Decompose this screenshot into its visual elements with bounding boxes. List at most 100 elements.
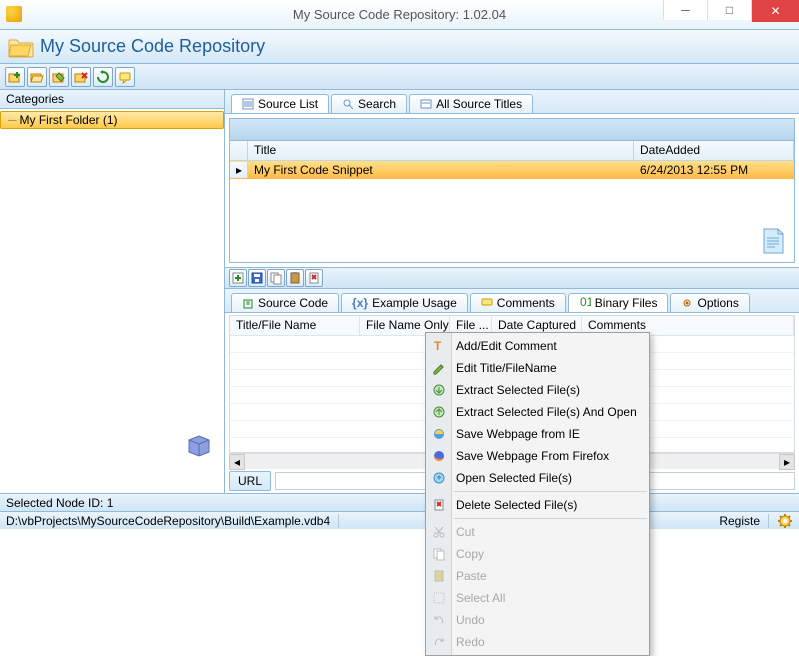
undo-icon — [431, 612, 447, 628]
folder-icon — [8, 36, 34, 58]
braces-icon: {x} — [352, 296, 368, 310]
menu-item-save-webpage-from-firefox[interactable]: Save Webpage From Firefox — [426, 445, 649, 467]
source-list-grid[interactable]: Title DateAdded ▸ My First Code Snippet … — [229, 118, 795, 263]
toolbar-edit-folder[interactable] — [49, 67, 69, 87]
extract-icon — [431, 382, 447, 398]
menu-item-copy: Copy — [426, 543, 649, 565]
menu-item-redo: Redo — [426, 631, 649, 653]
minimize-button[interactable]: ─ — [663, 0, 707, 20]
menu-separator — [454, 518, 647, 519]
tree-item[interactable]: ─ My First Folder (1) — [0, 111, 224, 129]
maximize-button[interactable]: □ — [707, 0, 751, 20]
cut-icon — [431, 524, 447, 540]
detail-toolbar — [225, 267, 799, 289]
tree-expander: ─ — [8, 113, 17, 127]
bottom-tabs: Source Code {x}Example Usage Comments 01… — [225, 289, 799, 313]
register-label[interactable]: Registe — [719, 514, 769, 528]
menu-separator — [454, 491, 647, 492]
statusbar-path: D:\vbProjects\MySourceCodeRepository\Bui… — [0, 511, 799, 529]
app-heading: My Source Code Repository — [40, 36, 265, 57]
menu-item-extract-selected-file-s-and-open[interactable]: Extract Selected File(s) And Open — [426, 401, 649, 423]
document-icon — [758, 226, 788, 256]
menu-item-undo: Undo — [426, 609, 649, 631]
toolbar-copy[interactable] — [267, 269, 285, 287]
code-icon — [242, 297, 254, 309]
db-path: D:\vbProjects\MySourceCodeRepository\Bui… — [6, 514, 339, 528]
text-icon: T — [431, 338, 447, 354]
categories-header: Categories — [0, 90, 224, 109]
menu-item-label: Paste — [456, 569, 487, 583]
tab-source-code[interactable]: Source Code — [231, 293, 339, 312]
delete-icon — [431, 497, 447, 513]
window-titlebar: My Source Code Repository: 1.02.04 ─ □ ✕ — [0, 0, 799, 30]
scroll-left[interactable]: ◂ — [229, 454, 245, 470]
menu-item-label: Save Webpage From Firefox — [456, 449, 609, 463]
menu-item-label: Delete Selected File(s) — [456, 498, 577, 512]
paste-icon — [431, 568, 447, 584]
menu-item-label: Open Selected File(s) — [456, 471, 572, 485]
context-menu: T Add/Edit Comment Edit Title/FileName Extr… — [425, 332, 650, 656]
column-title[interactable]: Title — [248, 141, 634, 160]
toolbar-add-folder[interactable] — [5, 67, 25, 87]
menu-item-edit-title-filename[interactable]: Edit Title/FileName — [426, 357, 649, 379]
menu-item-add-edit-comment[interactable]: T Add/Edit Comment — [426, 335, 649, 357]
firefox-icon — [431, 448, 447, 464]
menu-item-label: Extract Selected File(s) — [456, 383, 580, 397]
ie-icon — [431, 426, 447, 442]
menu-item-select-all: Select All — [426, 587, 649, 609]
extract-open-icon — [431, 404, 447, 420]
tab-options[interactable]: Options — [670, 293, 749, 312]
app-icon — [6, 6, 22, 22]
menu-item-label: Extract Selected File(s) And Open — [456, 405, 637, 419]
list-icon — [242, 98, 254, 110]
tab-example-usage[interactable]: {x}Example Usage — [341, 293, 468, 312]
menu-item-label: Cut — [456, 525, 475, 539]
app-header: My Source Code Repository — [0, 30, 799, 64]
menu-item-extract-selected-file-s-[interactable]: Extract Selected File(s) — [426, 379, 649, 401]
menu-item-open-selected-file-s-[interactable]: Open Selected File(s) — [426, 467, 649, 489]
svg-text:T: T — [434, 339, 442, 353]
toolbar-save[interactable] — [248, 269, 266, 287]
tab-search[interactable]: Search — [331, 94, 407, 113]
comment-icon — [481, 297, 493, 309]
settings-gear-icon[interactable] — [777, 513, 793, 529]
top-tabs: Source List Search All Source Titles — [225, 90, 799, 114]
menu-item-delete-selected-file-s-[interactable]: Delete Selected File(s) — [426, 494, 649, 516]
toolbar-delete-folder[interactable] — [71, 67, 91, 87]
server-icon — [185, 432, 213, 458]
column-selector[interactable] — [230, 141, 248, 160]
pencil-icon — [431, 360, 447, 376]
close-button[interactable]: ✕ — [751, 0, 799, 22]
menu-item-label: Undo — [456, 613, 485, 627]
selected-node-label: Selected Node ID: 1 — [6, 496, 113, 510]
open-icon — [431, 470, 447, 486]
cell-date: 6/24/2013 12:55 PM — [634, 162, 794, 178]
menu-item-label: Edit Title/FileName — [456, 361, 557, 375]
menu-item-save-webpage-from-ie[interactable]: Save Webpage from IE — [426, 423, 649, 445]
toolbar-refresh[interactable] — [93, 67, 113, 87]
tab-all-titles[interactable]: All Source Titles — [409, 94, 533, 113]
menu-item-label: Add/Edit Comment — [456, 339, 557, 353]
cell-title: My First Code Snippet — [248, 162, 634, 178]
main-toolbar — [0, 64, 799, 90]
tab-source-list[interactable]: Source List — [231, 94, 329, 113]
toolbar-add[interactable] — [229, 269, 247, 287]
toolbar-open-folder[interactable] — [27, 67, 47, 87]
column-date[interactable]: DateAdded — [634, 141, 794, 160]
scroll-right[interactable]: ▸ — [779, 454, 795, 470]
menu-item-label: Select All — [456, 591, 505, 605]
menu-item-label: Save Webpage from IE — [456, 427, 580, 441]
toolbar-note[interactable] — [115, 67, 135, 87]
toolbar-delete[interactable] — [305, 269, 323, 287]
binary-icon: 01 — [579, 297, 591, 309]
toolbar-paste[interactable] — [286, 269, 304, 287]
menu-item-paste: Paste — [426, 565, 649, 587]
gear-icon — [681, 297, 693, 309]
menu-item-label: Copy — [456, 547, 484, 561]
copy-icon — [431, 546, 447, 562]
tab-binary-files[interactable]: 01Binary Files — [568, 293, 669, 312]
col-title-filename[interactable]: Title/File Name — [230, 316, 360, 336]
table-row[interactable]: ▸ My First Code Snippet 6/24/2013 12:55 … — [230, 161, 794, 179]
tab-comments[interactable]: Comments — [470, 293, 566, 312]
row-indicator: ▸ — [230, 162, 248, 178]
